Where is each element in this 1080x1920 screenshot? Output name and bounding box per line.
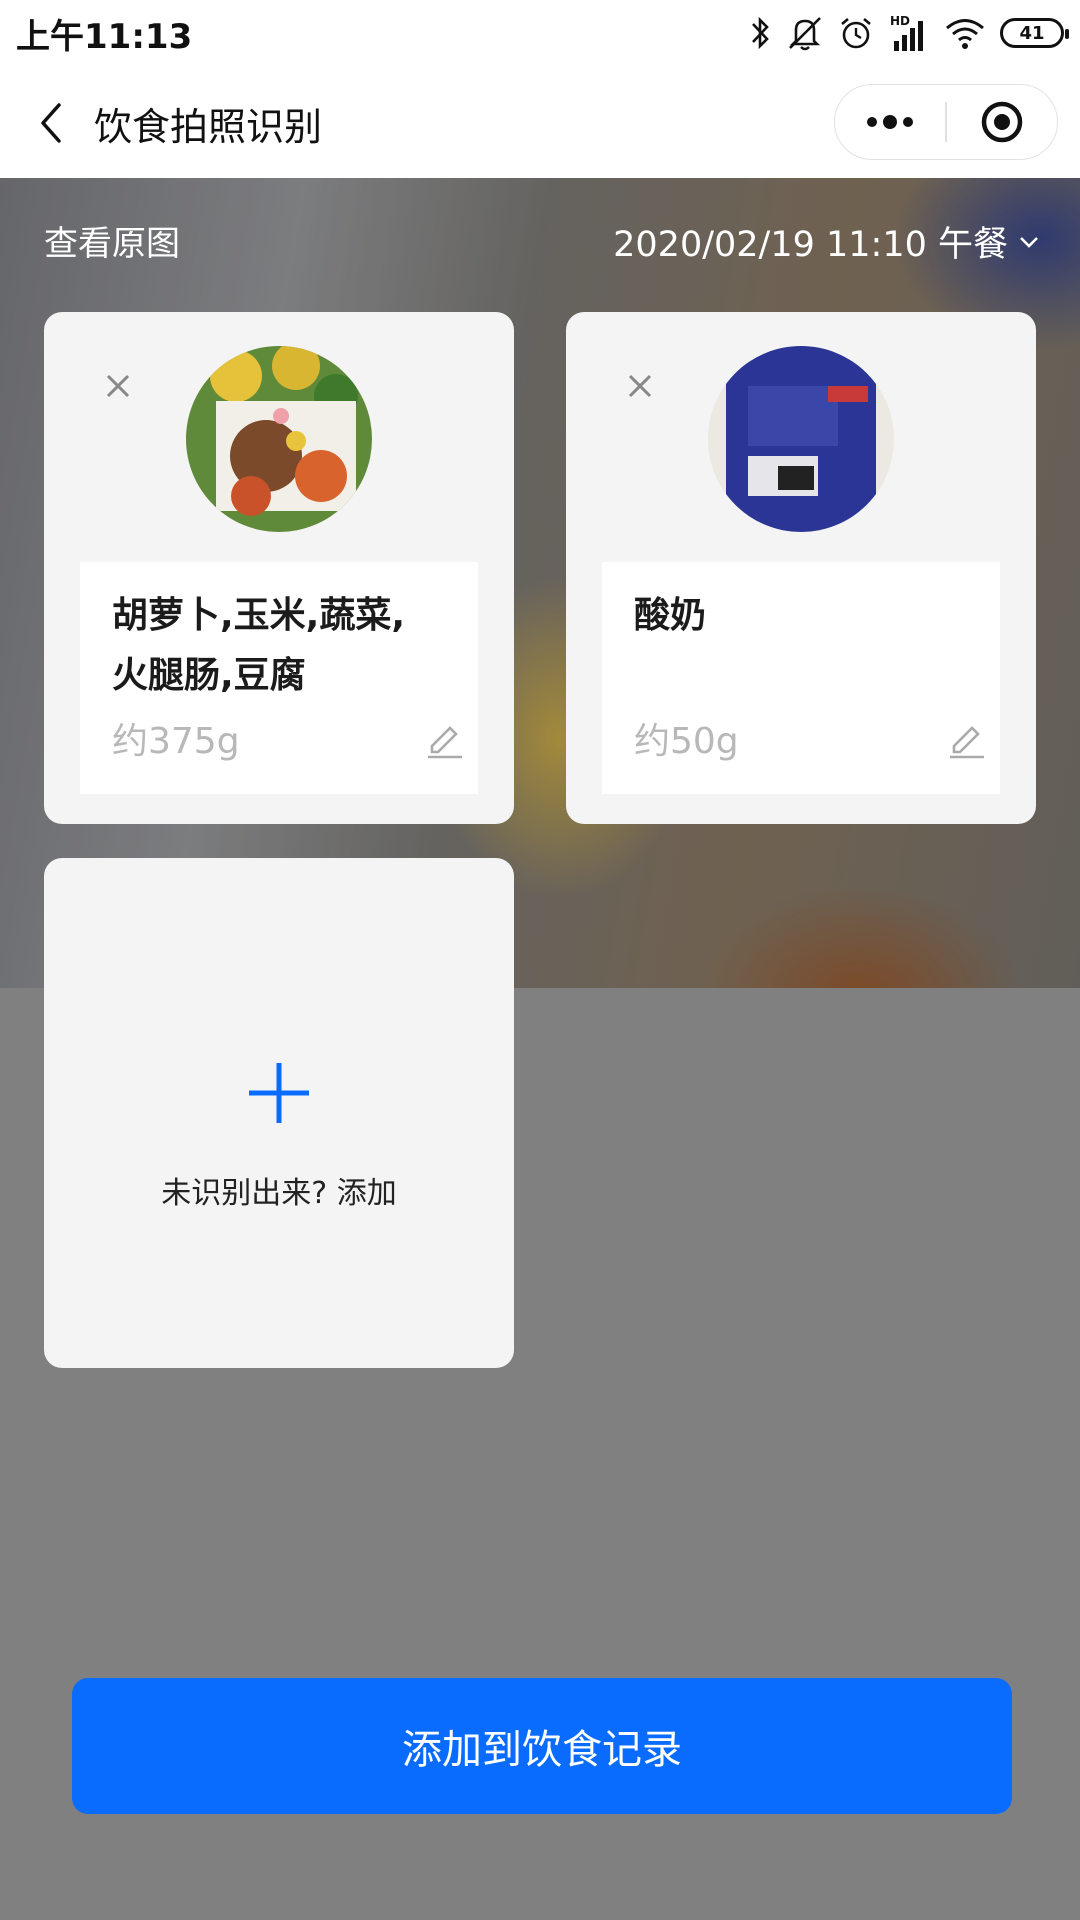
add-food-card[interactable]: 未识别出来? 添加 xyxy=(44,858,514,1368)
edit-icon[interactable] xyxy=(422,718,466,762)
wifi-icon xyxy=(944,13,986,53)
mute-icon xyxy=(786,13,824,53)
close-icon xyxy=(628,374,652,398)
food-weight: 约50g xyxy=(634,721,739,762)
target-close-icon xyxy=(981,101,1023,143)
food-name: 胡萝卜,玉米,蔬菜, 火腿肠,豆腐 xyxy=(112,586,446,710)
remove-food-button[interactable] xyxy=(622,368,658,404)
chevron-left-icon xyxy=(41,103,61,143)
hd-label: HD xyxy=(890,14,910,28)
more-button[interactable] xyxy=(835,85,945,159)
food-info[interactable]: 胡萝卜,玉米,蔬菜, 火腿肠,豆腐 约375g xyxy=(80,562,478,794)
food-info[interactable]: 酸奶 约50g xyxy=(602,562,1000,794)
meal-time-selector[interactable]: 2020/02/19 11:10 午餐 xyxy=(613,216,1040,267)
food-name-line: 火腿肠,豆腐 xyxy=(112,655,306,696)
remove-food-button[interactable] xyxy=(100,368,136,404)
meal-time-label: 2020/02/19 11:10 午餐 xyxy=(613,225,1008,265)
plus-icon xyxy=(246,1060,312,1126)
food-name-line: 酸奶 xyxy=(634,595,707,636)
food-name: 酸奶 xyxy=(634,586,968,710)
edit-icon[interactable] xyxy=(944,718,988,762)
food-thumbnail xyxy=(186,346,372,532)
food-card: 胡萝卜,玉米,蔬菜, 火腿肠,豆腐 约375g xyxy=(44,312,514,824)
alarm-icon xyxy=(838,13,874,53)
mini-program-capsule xyxy=(834,84,1058,160)
close-miniprogram-button[interactable] xyxy=(947,85,1057,159)
food-weight: 约375g xyxy=(112,721,240,762)
view-original-link[interactable]: 查看原图 xyxy=(44,216,180,265)
battery-icon: 41 xyxy=(1000,18,1069,48)
signal-icon: HD xyxy=(888,13,930,53)
status-bar: 上午11:13 HD 41 xyxy=(0,0,1080,66)
add-to-diet-record-button[interactable]: 添加到饮食记录 xyxy=(72,1678,1012,1814)
chevron-down-icon xyxy=(1020,236,1038,248)
status-icons: HD 41 xyxy=(750,13,1069,53)
food-thumbnail xyxy=(708,346,894,532)
close-icon xyxy=(106,374,130,398)
nav-bar: 饮食拍照识别 xyxy=(0,66,1080,178)
back-button[interactable] xyxy=(26,98,76,148)
bluetooth-icon xyxy=(750,13,772,53)
more-dots-icon xyxy=(867,115,914,129)
status-time: 上午11:13 xyxy=(16,16,193,57)
food-card: 酸奶 约50g xyxy=(566,312,1036,824)
page-title: 饮食拍照识别 xyxy=(94,105,323,149)
food-name-line: 胡萝卜,玉米,蔬菜, xyxy=(112,595,406,636)
add-food-label: 未识别出来? 添加 xyxy=(161,1176,397,1211)
